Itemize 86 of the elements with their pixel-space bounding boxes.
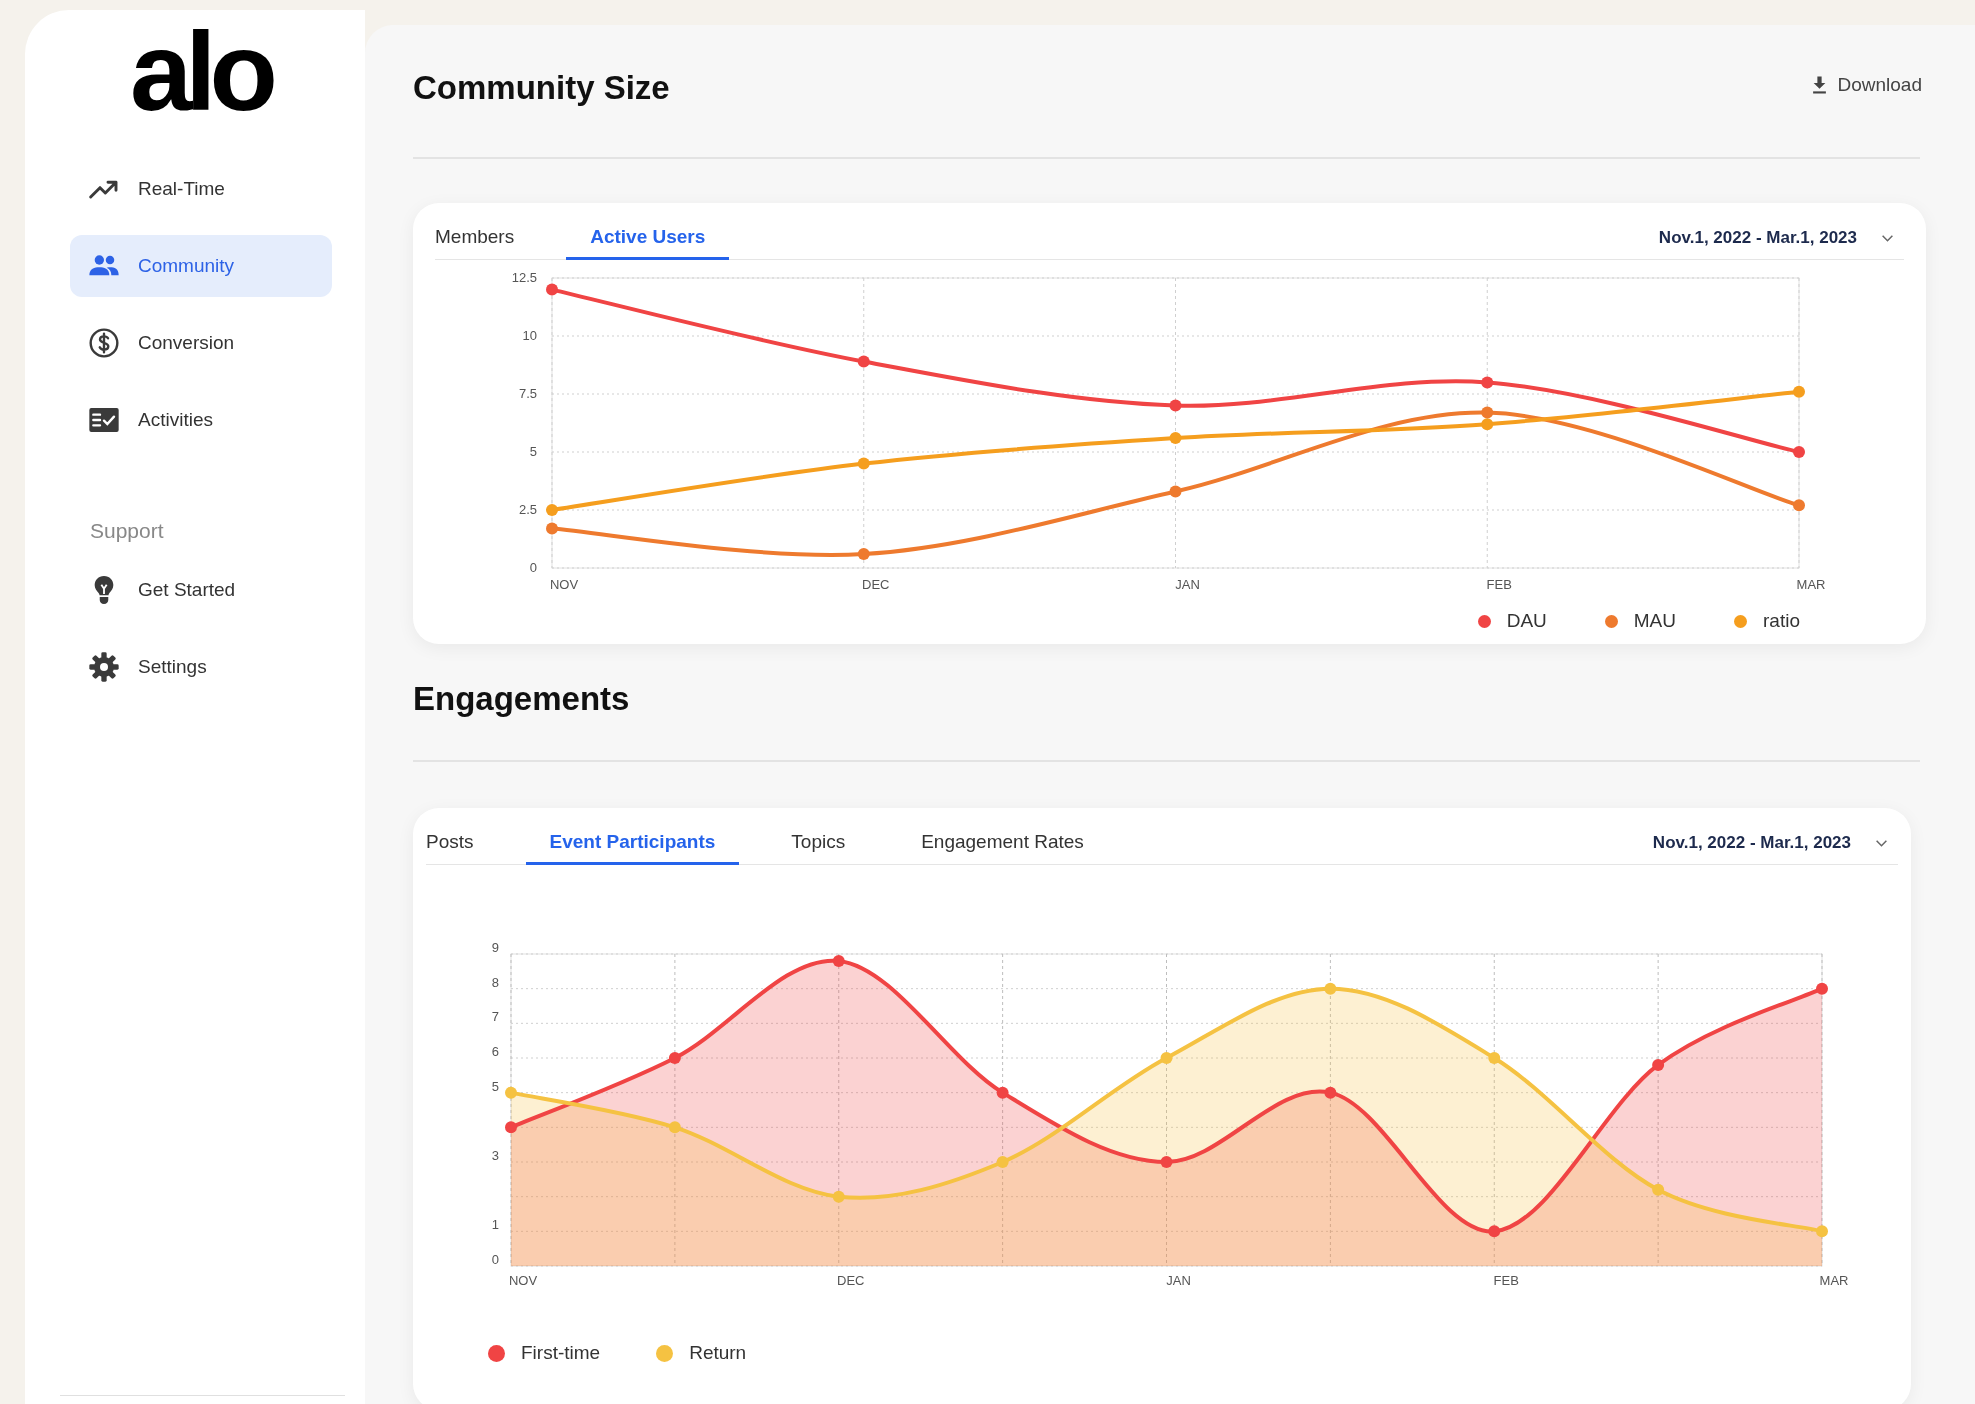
data-point (1169, 432, 1182, 445)
nav-item[interactable]: Activities (70, 389, 332, 451)
data-point (1481, 418, 1494, 431)
date-range-dropdown[interactable]: Nov.1, 2022 - Mar.1, 2023 (1652, 822, 1898, 864)
data-point (1793, 446, 1805, 458)
axis-label: 7.5 (518, 386, 537, 401)
axis-label: 9 (491, 940, 499, 955)
tab[interactable]: Engagement Rates (897, 822, 1108, 865)
download-button[interactable]: Download (1810, 74, 1922, 96)
section-title: Engagements (413, 680, 630, 718)
axis-label: 3 (491, 1148, 499, 1163)
dollar-circle-icon (88, 327, 120, 359)
data-point (1488, 1052, 1501, 1064)
data-point (1816, 1225, 1828, 1238)
data-point (1652, 1183, 1665, 1196)
legend-label: ratio (1763, 610, 1800, 632)
settings-icon (88, 651, 120, 683)
data-point (1169, 485, 1182, 498)
legend-label: First-time (521, 1342, 601, 1364)
data-point (668, 1121, 681, 1134)
data-point (1169, 399, 1182, 412)
data-point (546, 522, 558, 535)
chevron-down-icon (1875, 838, 1888, 848)
axis-label: JAN (1175, 577, 1200, 592)
data-point (832, 1190, 845, 1203)
data-point (546, 504, 558, 516)
axis-label: NOV (549, 577, 579, 592)
axis-label: DEC (862, 577, 890, 592)
tab[interactable]: Active Users (566, 217, 730, 260)
axis-label: 1 (491, 1217, 499, 1233)
axis-label: DEC (837, 1273, 865, 1288)
data-point (832, 954, 845, 967)
axis-label: 5 (491, 1078, 499, 1094)
axis-label: 7 (491, 1009, 499, 1025)
axis-label: NOV (508, 1273, 538, 1288)
data-point (1324, 1086, 1337, 1099)
tab[interactable]: Event Participants (525, 822, 740, 865)
axis-label: JAN (1166, 1273, 1191, 1288)
legend-label: Return (689, 1342, 747, 1364)
nav-item[interactable]: Community (70, 235, 332, 297)
download-icon (1810, 75, 1828, 95)
chevron-down-icon (1881, 233, 1894, 243)
legend-label: MAU (1633, 610, 1677, 632)
data-point (857, 355, 870, 368)
nav-item[interactable]: Real-Time (70, 158, 332, 220)
data-point (857, 548, 870, 561)
data-point (996, 1156, 1009, 1168)
data-point (505, 1086, 517, 1099)
tab[interactable]: Members (435, 217, 539, 260)
data-point (1481, 406, 1494, 419)
axis-label: 5 (529, 444, 537, 459)
data-point (1160, 1052, 1173, 1064)
date-range-dropdown[interactable]: Nov.1, 2022 - Mar.1, 2023 (1658, 217, 1904, 259)
data-point (668, 1052, 681, 1064)
data-point (1488, 1225, 1501, 1238)
data-point (546, 283, 558, 296)
axis-label: 12.5 (511, 270, 537, 285)
section-title: Community Size (413, 69, 670, 107)
logo: alo (130, 16, 271, 128)
tab[interactable]: Topics (767, 822, 870, 865)
data-point (996, 1086, 1009, 1099)
axis-label: FEB (1493, 1273, 1519, 1288)
data-point (1324, 982, 1337, 995)
data-point (857, 457, 870, 470)
data-point (1652, 1058, 1665, 1071)
data-point (1816, 982, 1828, 995)
axis-label: MAR (1796, 577, 1826, 592)
nav-item[interactable]: Conversion (70, 312, 332, 374)
axis-label: 0 (529, 560, 537, 575)
data-point (1481, 376, 1494, 389)
data-point (1793, 385, 1805, 398)
axis-label: 8 (491, 974, 499, 990)
axis-label: 0 (491, 1252, 499, 1267)
tab[interactable]: Posts (426, 822, 498, 865)
section-heading: Support (90, 519, 165, 543)
data-point (505, 1121, 517, 1134)
axis-label: FEB (1486, 577, 1512, 592)
axis-label: 10 (522, 328, 537, 343)
nav-item[interactable]: Get Started (70, 559, 332, 621)
data-point (1793, 499, 1805, 512)
axis-label: MAR (1819, 1273, 1849, 1288)
data-point (1160, 1156, 1173, 1168)
nav-item[interactable]: Settings (70, 636, 332, 698)
axis-label: 6 (491, 1044, 499, 1059)
legend-label: DAU (1506, 610, 1547, 632)
axis-label: 2.5 (518, 502, 537, 517)
